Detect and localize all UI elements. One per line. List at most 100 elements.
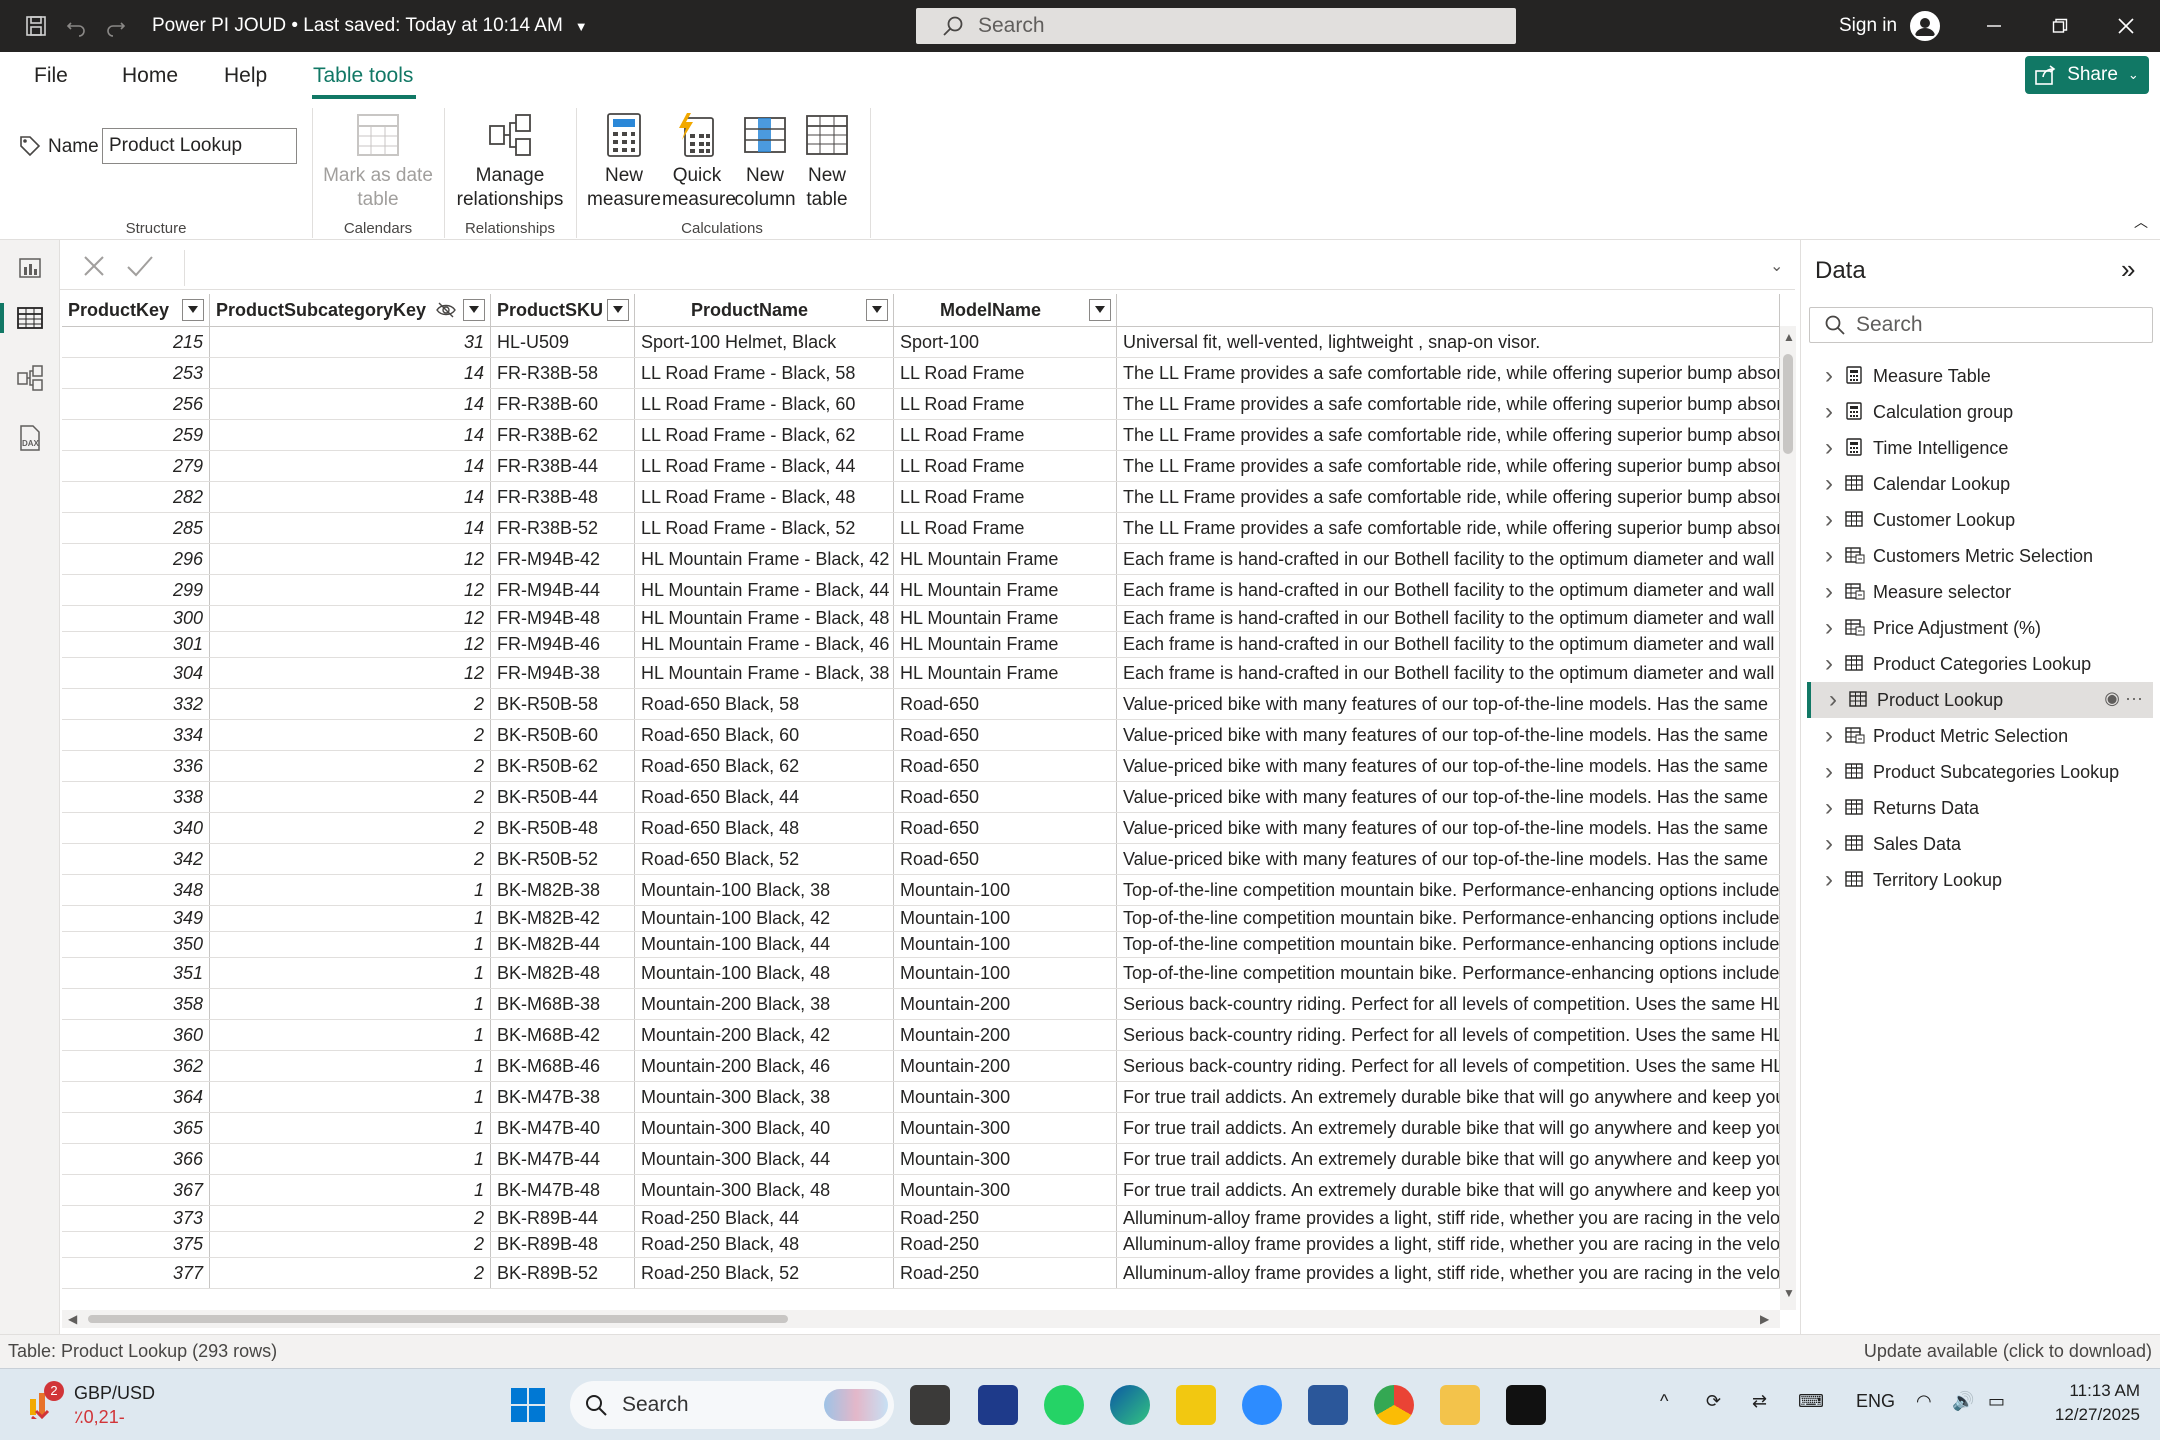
table-cell[interactable]: 351: [62, 958, 210, 988]
column-header[interactable]: ProductSubcategoryKey: [210, 294, 491, 326]
pycharm-icon[interactable]: [1506, 1385, 1546, 1425]
table-cell[interactable]: Alluminum-alloy frame provides a light, …: [1117, 1232, 1780, 1257]
table-cell[interactable]: Each frame is hand-crafted in our Bothel…: [1117, 544, 1780, 574]
table-cell[interactable]: Value-priced bike with many features of …: [1117, 813, 1780, 843]
table-cell[interactable]: 31: [210, 327, 491, 357]
table-cell[interactable]: Road-650 Black, 60: [635, 720, 894, 750]
table-row[interactable]: 367 1 BK-M47B-48 Mountain-300 Black, 48 Moun…: [62, 1175, 1780, 1206]
table-cell[interactable]: 2: [210, 751, 491, 781]
table-cell[interactable]: Top-of-the-line competition mountain bik…: [1117, 875, 1780, 905]
table-cell[interactable]: 2: [210, 782, 491, 812]
table-cell[interactable]: Road-250 Black, 48: [635, 1232, 894, 1257]
table-cell[interactable]: Alluminum-alloy frame provides a light, …: [1117, 1206, 1780, 1231]
table-row[interactable]: 256 14 FR-R38B-60 LL Road Frame - Black, 60…: [62, 389, 1780, 420]
expand-chevron-icon[interactable]: ›: [1817, 434, 1841, 462]
table-row[interactable]: 349 1 BK-M82B-42 Mountain-100 Black, 42 Moun…: [62, 906, 1780, 932]
table-cell[interactable]: HL Mountain Frame: [894, 658, 1117, 688]
table-cell[interactable]: Alluminum-alloy frame provides a light, …: [1117, 1258, 1780, 1288]
table-cell[interactable]: Value-priced bike with many features of …: [1117, 689, 1780, 719]
horizontal-scrollbar[interactable]: ◀ ▶: [62, 1310, 1780, 1328]
table-row[interactable]: 215 31 HL-U509 Sport-100 Helmet, Black Sport…: [62, 327, 1780, 358]
table-cell[interactable]: FR-M94B-46: [491, 632, 635, 657]
table-cell[interactable]: Value-priced bike with many features of …: [1117, 751, 1780, 781]
more-options-icon[interactable]: ◉ ···: [2104, 688, 2143, 709]
table-cell[interactable]: 1: [210, 1051, 491, 1081]
table-cell[interactable]: Each frame is hand-crafted in our Bothel…: [1117, 606, 1780, 631]
table-cell[interactable]: BK-M82B-38: [491, 875, 635, 905]
expand-chevron-icon[interactable]: ›: [1817, 830, 1841, 858]
table-row[interactable]: 350 1 BK-M82B-44 Mountain-100 Black, 44 Moun…: [62, 932, 1780, 958]
table-cell[interactable]: LL Road Frame - Black, 58: [635, 358, 894, 388]
table-cell[interactable]: Mountain-100 Black, 44: [635, 932, 894, 957]
table-cell[interactable]: LL Road Frame: [894, 451, 1117, 481]
table-cell[interactable]: Mountain-100: [894, 958, 1117, 988]
scroll-right-icon[interactable]: ▶: [1760, 1312, 1769, 1326]
column-header[interactable]: ModelName: [894, 294, 1117, 326]
table-cell[interactable]: 282: [62, 482, 210, 512]
dax-query-view-icon[interactable]: DAX: [14, 422, 46, 454]
table-cell[interactable]: Serious back-country riding. Perfect for…: [1117, 1020, 1780, 1050]
table-cell[interactable]: LL Road Frame: [894, 420, 1117, 450]
table-cell[interactable]: Value-priced bike with many features of …: [1117, 782, 1780, 812]
table-row[interactable]: 348 1 BK-M82B-38 Mountain-100 Black, 38 Moun…: [62, 875, 1780, 906]
table-cell[interactable]: BK-M82B-48: [491, 958, 635, 988]
table-cell[interactable]: 1: [210, 906, 491, 931]
table-row[interactable]: 338 2 BK-R50B-44 Road-650 Black, 44 Road-650…: [62, 782, 1780, 813]
table-cell[interactable]: LL Road Frame - Black, 44: [635, 451, 894, 481]
table-cell[interactable]: Mountain-100 Black, 48: [635, 958, 894, 988]
whatsapp-icon[interactable]: [1044, 1385, 1084, 1425]
table-cell[interactable]: Mountain-200: [894, 1051, 1117, 1081]
battery-icon[interactable]: ▭: [1988, 1391, 2005, 1412]
table-cell[interactable]: Road-650 Black, 62: [635, 751, 894, 781]
title-dropdown-icon[interactable]: ▼: [575, 19, 588, 34]
store-app-icon[interactable]: [978, 1385, 1018, 1425]
table-row[interactable]: 365 1 BK-M47B-40 Mountain-300 Black, 40 Moun…: [62, 1113, 1780, 1144]
expand-chevron-icon[interactable]: ›: [1817, 614, 1841, 642]
field-list-table[interactable]: › Territory Lookup: [1807, 862, 2153, 898]
table-cell[interactable]: BK-R50B-44: [491, 782, 635, 812]
field-list-table[interactable]: › Calendar Lookup: [1807, 466, 2153, 502]
column-header[interactable]: [1117, 294, 1780, 326]
field-list-table[interactable]: › Product Lookup ◉ ···: [1807, 682, 2153, 718]
table-cell[interactable]: 12: [210, 606, 491, 631]
table-row[interactable]: 304 12 FR-M94B-38 HL Mountain Frame - Black…: [62, 658, 1780, 689]
manage-relationships-button[interactable]: Manage relationships: [452, 112, 568, 212]
table-cell[interactable]: HL Mountain Frame - Black, 46: [635, 632, 894, 657]
table-cell[interactable]: Road-650 Black, 44: [635, 782, 894, 812]
table-row[interactable]: 296 12 FR-M94B-42 HL Mountain Frame - Black…: [62, 544, 1780, 575]
expand-chevron-icon[interactable]: ›: [1817, 578, 1841, 606]
table-cell[interactable]: Mountain-300 Black, 38: [635, 1082, 894, 1112]
table-cell[interactable]: 296: [62, 544, 210, 574]
table-row[interactable]: 351 1 BK-M82B-48 Mountain-100 Black, 48 Moun…: [62, 958, 1780, 989]
expand-chevron-icon[interactable]: ›: [1817, 866, 1841, 894]
sign-in-link[interactable]: Sign in: [1839, 0, 1897, 52]
tab-file[interactable]: File: [34, 64, 68, 88]
formula-input[interactable]: [184, 250, 1790, 286]
table-cell[interactable]: HL Mountain Frame - Black, 44: [635, 575, 894, 605]
table-cell[interactable]: Road-650 Black, 48: [635, 813, 894, 843]
table-cell[interactable]: 350: [62, 932, 210, 957]
quick-measure-button[interactable]: Quick measure: [662, 112, 736, 212]
table-cell[interactable]: FR-R38B-48: [491, 482, 635, 512]
table-cell[interactable]: LL Road Frame - Black, 60: [635, 389, 894, 419]
volume-icon[interactable]: 🔊: [1952, 1391, 1974, 1412]
system-clock[interactable]: 11:13 AM 12/27/2025: [2055, 1379, 2140, 1427]
table-cell[interactable]: 373: [62, 1206, 210, 1231]
table-cell[interactable]: BK-R89B-48: [491, 1232, 635, 1257]
table-row[interactable]: 285 14 FR-R38B-52 LL Road Frame - Black, 52…: [62, 513, 1780, 544]
vertical-scrollbar[interactable]: ▲ ▼: [1780, 326, 1796, 1310]
table-cell[interactable]: 14: [210, 513, 491, 543]
cancel-formula-icon[interactable]: [82, 254, 106, 283]
table-cell[interactable]: LL Road Frame - Black, 52: [635, 513, 894, 543]
table-cell[interactable]: LL Road Frame: [894, 513, 1117, 543]
expand-formula-icon[interactable]: ⌄: [1770, 256, 1783, 276]
table-cell[interactable]: 304: [62, 658, 210, 688]
table-cell[interactable]: The LL Frame provides a safe comfortable…: [1117, 358, 1780, 388]
table-cell[interactable]: 342: [62, 844, 210, 874]
sync-icon[interactable]: ⟳: [1706, 1391, 1721, 1412]
notepad-icon[interactable]: [1308, 1385, 1348, 1425]
table-cell[interactable]: 377: [62, 1258, 210, 1288]
field-list-table[interactable]: › Customers Metric Selection: [1807, 538, 2153, 574]
column-filter-dropdown-icon[interactable]: [463, 299, 485, 321]
table-cell[interactable]: Road-650 Black, 52: [635, 844, 894, 874]
